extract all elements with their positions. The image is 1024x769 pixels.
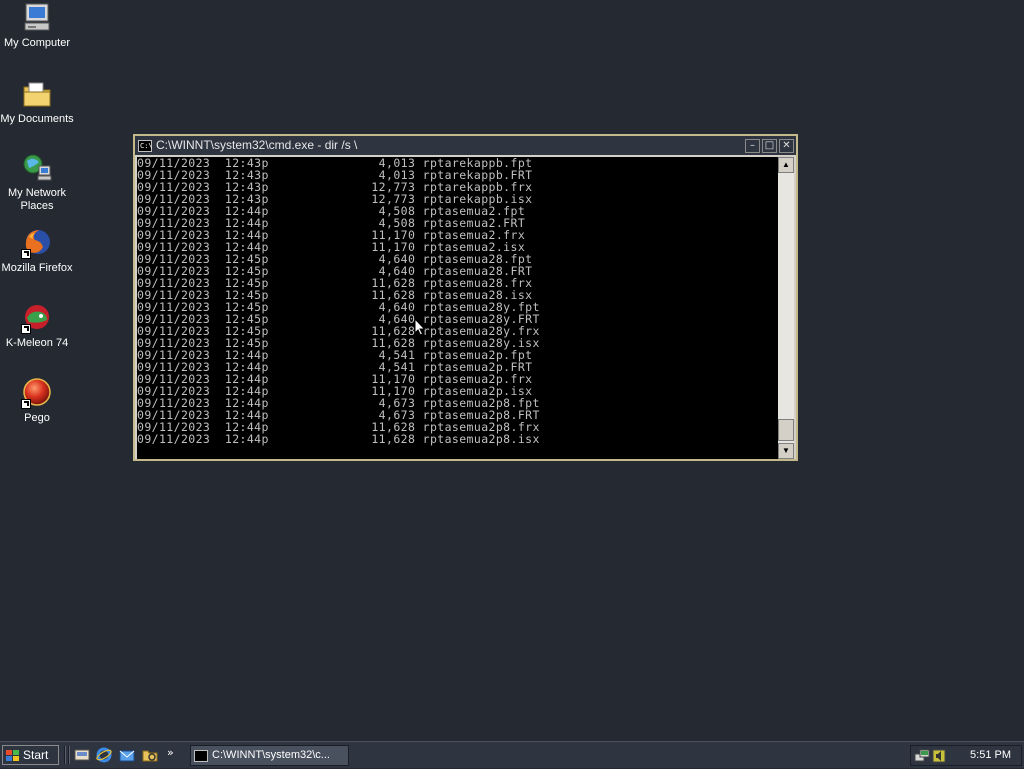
- network-icon: [21, 152, 53, 184]
- taskbar-button-cmd[interactable]: C:\WINNT\system32\c...: [190, 745, 349, 766]
- arrow-up-icon: ▲: [782, 160, 790, 169]
- network-connection-icon[interactable]: [914, 748, 930, 764]
- outlook-express-icon[interactable]: [119, 747, 135, 763]
- desktop-icon-label: My Network Places: [7, 187, 67, 212]
- desktop-icon-label: My Documents: [0, 113, 74, 125]
- maximize-icon: □: [764, 139, 775, 151]
- start-label: Start: [23, 748, 49, 762]
- system-tray: 5:51 PM: [910, 745, 1022, 766]
- vertical-scrollbar[interactable]: ▲ ▼: [778, 157, 794, 459]
- shortcut-arrow-icon: [21, 324, 31, 334]
- minimize-button[interactable]: –: [745, 138, 760, 153]
- desktop-icon-my-computer[interactable]: My Computer: [0, 2, 74, 50]
- start-button[interactable]: Start: [2, 745, 59, 765]
- cmd-window[interactable]: C:\ C:\WINNT\system32\cmd.exe - dir /s \…: [133, 134, 798, 461]
- windows-logo-icon: [6, 749, 20, 761]
- firefox-icon: [21, 227, 53, 259]
- console-output[interactable]: 09/11/2023 12:43p 4,013 rptarekappb.fpt 0…: [137, 157, 779, 459]
- kmeleon-icon: [21, 302, 53, 334]
- window-title: C:\WINNT\system32\cmd.exe - dir /s \: [156, 138, 358, 152]
- pego-icon: [21, 377, 53, 409]
- arrow-down-icon: ▼: [782, 446, 790, 455]
- computer-icon: [21, 2, 53, 34]
- cmd-app-icon[interactable]: C:\: [138, 139, 153, 152]
- scroll-down-button[interactable]: ▼: [778, 443, 794, 459]
- desktop-icon-my-network-places[interactable]: My Network Places: [0, 152, 74, 213]
- console-line: 09/11/2023 12:44p 11,628 rptasemua2p8.is…: [137, 432, 540, 446]
- close-icon: ✕: [782, 139, 791, 151]
- desktop-icon-mozilla-firefox[interactable]: Mozilla Firefox: [0, 227, 74, 275]
- window-titlebar[interactable]: C:\ C:\WINNT\system32\cmd.exe - dir /s \…: [135, 136, 796, 155]
- taskbar-button-label: C:\WINNT\system32\c...: [212, 749, 330, 761]
- maximize-button[interactable]: □: [762, 138, 777, 153]
- show-desktop-icon[interactable]: [74, 747, 90, 763]
- folder-icon: [21, 78, 53, 110]
- desktop-icon-my-documents[interactable]: My Documents: [0, 78, 74, 126]
- taskbar-separator: [64, 746, 66, 764]
- scroll-thumb[interactable]: [778, 419, 794, 441]
- quick-launch-overflow[interactable]: »: [167, 746, 174, 759]
- taskbar: Start » C:\WINNT\system32\c... 5:51 PM: [0, 741, 1024, 768]
- desktop-icon-k-meleon[interactable]: K-Meleon 74: [0, 302, 74, 350]
- clock[interactable]: 5:51 PM: [970, 746, 1011, 765]
- cmd-app-icon: [194, 749, 208, 762]
- explorer-icon[interactable]: [142, 747, 158, 763]
- desktop-icon-label: Pego: [24, 412, 50, 424]
- desktop-icon-label: Mozilla Firefox: [1, 262, 73, 274]
- internet-explorer-icon[interactable]: [96, 747, 112, 763]
- scroll-up-button[interactable]: ▲: [778, 157, 794, 173]
- mouse-cursor-icon: [414, 317, 426, 336]
- minimize-icon: –: [750, 139, 755, 151]
- desktop-icon-label: My Computer: [3, 37, 71, 49]
- taskbar-separator: [68, 746, 70, 764]
- shortcut-arrow-icon: [21, 399, 31, 409]
- close-button[interactable]: ✕: [779, 138, 794, 153]
- desktop-icon-label: K-Meleon 74: [5, 337, 69, 349]
- shortcut-arrow-icon: [21, 249, 31, 259]
- volume-icon[interactable]: [931, 748, 947, 764]
- desktop-icon-pego[interactable]: Pego: [0, 377, 74, 425]
